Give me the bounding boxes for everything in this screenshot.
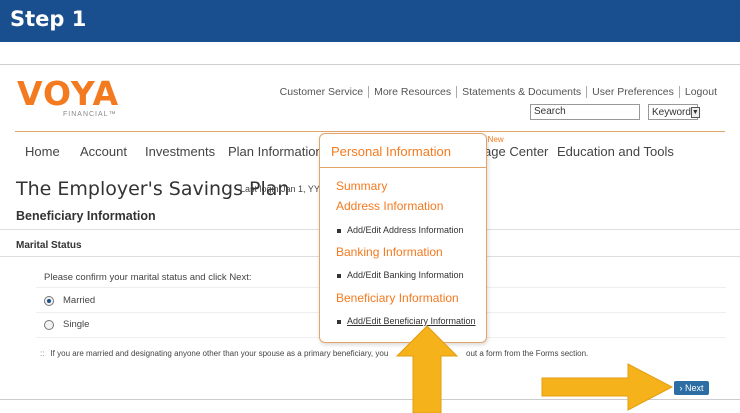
right-arrow-icon <box>541 363 674 411</box>
up-arrow-icon <box>395 325 459 413</box>
callout-arrows <box>395 325 674 413</box>
